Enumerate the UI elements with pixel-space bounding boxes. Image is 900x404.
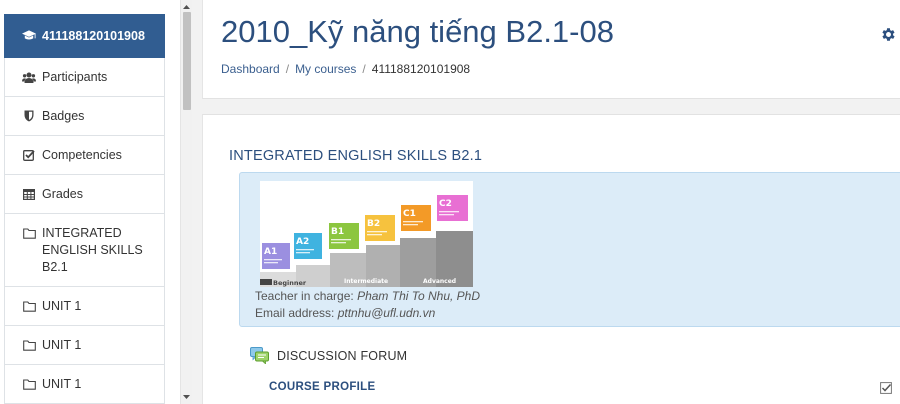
folder-icon	[22, 300, 36, 312]
sidebar-item-unit-1[interactable]: UNIT 1	[4, 365, 165, 404]
sidebar-item-course-home[interactable]: 411188120101908	[4, 14, 165, 58]
sidebar-item-unit-1[interactable]: UNIT 1	[4, 326, 165, 365]
forum-link[interactable]: DISCUSSION FORUM	[277, 349, 407, 363]
section-title[interactable]: INTEGRATED ENGLISH SKILLS B2.1	[229, 148, 482, 164]
cefr-levels-banner-image: A1 A2 B1 B2 C1 C2 Beginner Intermediate …	[260, 181, 473, 287]
app-root: 411188120101908 Participants Badges Comp…	[0, 0, 900, 404]
email-line: Email address: pttnhu@ufl.udn.vn	[255, 305, 435, 321]
breadcrumb-separator: /	[362, 62, 366, 76]
breadcrumb-link-dashboard[interactable]: Dashboard	[221, 62, 280, 76]
teacher-line: Teacher in charge: Pham Thi To Nhu, PhD	[255, 288, 480, 304]
sidebar-item-label: INTEGRATED ENGLISH SKILLS B2.1	[42, 226, 143, 274]
forum-activity[interactable]: DISCUSSION FORUM	[250, 347, 407, 365]
table-icon	[22, 188, 36, 200]
breadcrumb-link-course[interactable]: 411188120101908	[372, 62, 470, 76]
sidebar-scrollbar[interactable]	[180, 0, 192, 404]
breadcrumb-link-my-courses[interactable]: My courses	[295, 62, 356, 76]
section-summary: A1 A2 B1 B2 C1 C2 Beginner Intermediate …	[239, 172, 900, 327]
breadcrumb-separator: /	[285, 62, 290, 76]
shield-icon	[22, 110, 36, 122]
sidebar-item-badges[interactable]: Badges	[4, 97, 165, 136]
scroll-down-arrow-icon[interactable]	[181, 392, 192, 402]
sidebar-item-label: Grades	[42, 186, 83, 201]
breadcrumb: Dashboard / My courses / 411188120101908	[221, 62, 470, 76]
sidebar-item-section-integrated[interactable]: INTEGRATED ENGLISH SKILLS B2.1	[4, 214, 165, 287]
banner-label-intermediate: Intermediate	[344, 278, 388, 285]
teacher-name: Pham Thi To Nhu, PhD	[357, 289, 481, 303]
gear-icon[interactable]	[880, 26, 897, 43]
sidebar-item-label: UNIT 1	[42, 337, 82, 352]
course-nav-drawer: 411188120101908 Participants Badges Comp…	[0, 0, 180, 404]
email-value: pttnhu@ufl.udn.vn	[337, 306, 436, 320]
sidebar-item-label: 411188120101908	[42, 28, 145, 43]
sidebar-item-label: Competencies	[42, 147, 122, 162]
teacher-label: Teacher in charge:	[255, 289, 358, 303]
completion-checkbox-icon[interactable]	[880, 381, 892, 394]
sidebar-item-participants[interactable]: Participants	[4, 58, 165, 97]
banner-label-beginner: Beginner	[273, 279, 307, 287]
banner-level-label: A1	[264, 247, 277, 257]
sidebar-item-unit-1[interactable]: UNIT 1	[4, 287, 165, 326]
sidebar-item-grades[interactable]: Grades	[4, 175, 165, 214]
checkbox-icon	[22, 149, 36, 161]
sidebar-item-label: UNIT 1	[42, 376, 82, 391]
sidebar-item-label: UNIT 1	[42, 298, 82, 313]
email-label: Email address:	[255, 306, 338, 320]
banner-level-label: B1	[331, 227, 344, 237]
banner-label-advanced: Advanced	[423, 278, 456, 285]
folder-icon	[22, 339, 36, 351]
sidebar-item-label: Participants	[42, 69, 108, 84]
sidebar-item-competencies[interactable]: Competencies	[4, 136, 165, 175]
course-profile-label[interactable]: COURSE PROFILE	[269, 381, 375, 393]
banner-level-label: B2	[367, 219, 380, 229]
page-header: 2010_Kỹ năng tiếng B2.1-08 Dashboard / My …	[202, 0, 900, 99]
users-icon	[22, 72, 36, 83]
scrollbar-thumb[interactable]	[183, 12, 191, 110]
forum-icon	[250, 347, 269, 365]
banner-level-label: C2	[439, 199, 452, 209]
course-content: INTEGRATED ENGLISH SKILLS B2.1 A1 A2 B1 …	[202, 114, 900, 404]
course-nav-list: 411188120101908 Participants Badges Comp…	[4, 14, 165, 404]
banner-level-label: A2	[296, 237, 309, 247]
folder-icon	[22, 225, 36, 242]
banner-level-label: C1	[403, 209, 416, 219]
page-title: 2010_Kỹ năng tiếng B2.1-08	[221, 14, 614, 49]
graduation-cap-icon	[22, 30, 36, 42]
scroll-up-arrow-icon[interactable]	[181, 2, 192, 12]
folder-icon	[22, 378, 36, 390]
sidebar-item-label: Badges	[42, 108, 85, 123]
